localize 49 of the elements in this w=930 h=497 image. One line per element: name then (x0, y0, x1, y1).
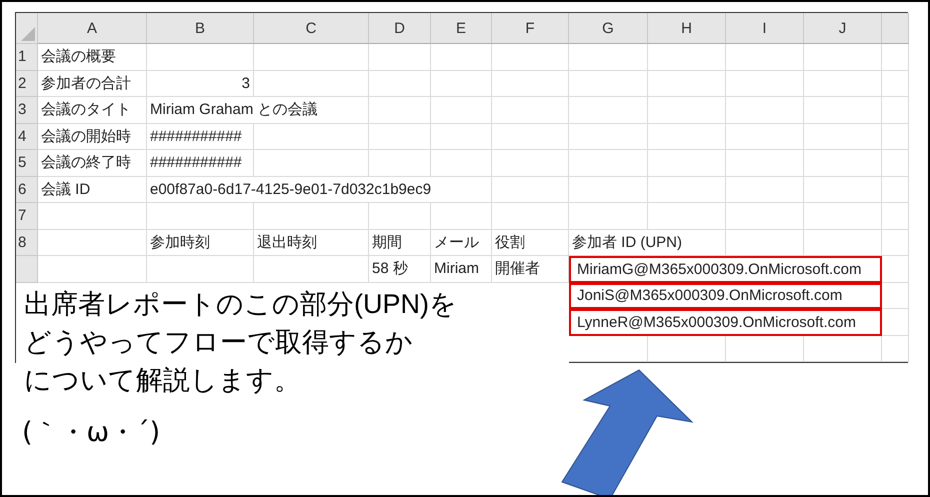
callout-text: どうやってフローで取得するか (24, 326, 413, 358)
select-all-corner[interactable] (16, 13, 38, 44)
column-header[interactable]: F (492, 13, 569, 44)
column-header[interactable]: G (569, 13, 648, 44)
table-cell: Miriam (431, 256, 492, 282)
table-cell: MiriamG@M365x000309.OnMicrosoft.com (569, 256, 882, 282)
column-header[interactable]: I (726, 13, 804, 44)
table-cell: 会議の概要 (38, 44, 147, 70)
column-header[interactable] (882, 13, 909, 44)
row-header[interactable]: 5 (16, 150, 38, 176)
column-header[interactable]: B (147, 13, 254, 44)
callout-text: について解説します。 (24, 364, 301, 396)
table-cell: メール (431, 230, 492, 256)
table-cell: 退出時刻 (254, 230, 369, 256)
table-cell: 参加者の合計 (38, 70, 147, 97)
table-cell: 会議の開始時 (38, 124, 147, 150)
table-cell: LynneR@M365x000309.OnMicrosoft.com (569, 309, 882, 336)
table-cell: 参加者 ID (UPN) (569, 230, 726, 256)
table-cell: 会議 ID (38, 176, 147, 203)
column-header[interactable]: A (38, 13, 147, 44)
row-header[interactable]: 6 (16, 176, 38, 203)
table-cell: ########### (147, 124, 254, 150)
table-cell: 期間 (369, 230, 431, 256)
row-header[interactable]: 8 (16, 230, 38, 256)
table-cell: e00f87a0-6d17-4125-9e01-7d032c1b9ec9 (147, 176, 492, 203)
row-header[interactable] (16, 256, 38, 282)
table-cell: 3 (147, 70, 254, 97)
triangle-icon (21, 27, 35, 41)
row-header[interactable]: 4 (16, 124, 38, 150)
row-header[interactable]: 3 (16, 97, 38, 124)
table-cell: JoniS@M365x000309.OnMicrosoft.com (569, 282, 882, 309)
emoticon-text: (｀・ω・´) (22, 416, 160, 450)
row-header[interactable]: 1 (16, 44, 38, 70)
column-header[interactable]: E (431, 13, 492, 44)
table-cell: 参加時刻 (147, 230, 254, 256)
column-header[interactable]: H (648, 13, 726, 44)
table-cell: 58 秒 (369, 256, 431, 282)
row-header[interactable]: 2 (16, 70, 38, 97)
column-header[interactable]: C (254, 13, 369, 44)
row-header[interactable]: 7 (16, 203, 38, 230)
table-cell: ########### (147, 150, 254, 176)
column-header[interactable]: D (369, 13, 431, 44)
table-cell: Miriam Graham との会議 (147, 97, 369, 124)
table-cell: 役割 (492, 230, 569, 256)
table-cell: 会議の終了時 (38, 150, 147, 176)
table-cell: 開催者 (492, 256, 569, 282)
column-header[interactable]: J (804, 13, 882, 44)
table-cell: 会議のタイト (38, 97, 147, 124)
callout-text: 出席者レポートのこの部分(UPN)を (24, 288, 457, 321)
